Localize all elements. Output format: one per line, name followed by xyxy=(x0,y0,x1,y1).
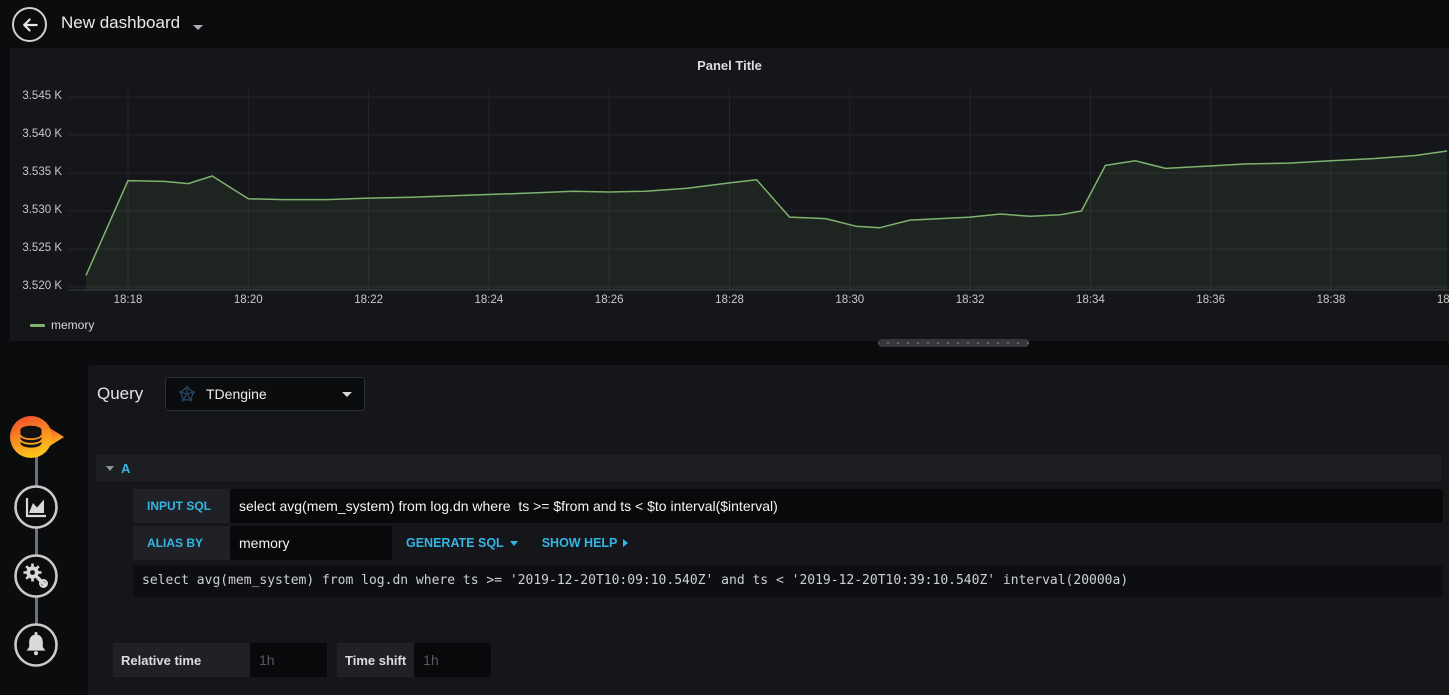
generate-sql-button[interactable]: GENERATE SQL xyxy=(406,536,518,550)
collapse-caret-icon xyxy=(106,465,114,471)
time-shift-input[interactable] xyxy=(414,643,492,677)
panel-resize-handle[interactable] xyxy=(878,339,1029,347)
show-help-label: SHOW HELP xyxy=(541,536,618,550)
grafana-panel-edit-page: New dashboard Panel Title 3.545 K 3.540 K… xyxy=(0,0,1449,695)
chart-legend: memory xyxy=(30,318,94,332)
relative-time-input[interactable] xyxy=(250,643,327,677)
input-sql-label: INPUT SQL xyxy=(133,489,230,523)
tab-queries[interactable] xyxy=(8,413,66,461)
dashboard-title[interactable]: New dashboard xyxy=(61,13,180,33)
tab-connector-line xyxy=(35,437,38,645)
query-ref-id: A xyxy=(121,460,131,476)
x-axis-tick: 18:28 xyxy=(715,294,744,306)
database-icon xyxy=(10,416,64,458)
generate-sql-label: GENERATE SQL xyxy=(406,536,504,550)
legend-item[interactable]: memory xyxy=(30,318,94,332)
x-axis-tick: 18:18 xyxy=(113,294,143,306)
y-axis-tick: 3.520 K xyxy=(22,280,62,292)
x-axis-tick: 18:24 xyxy=(474,294,504,306)
chevron-right-icon xyxy=(623,539,629,547)
arrow-left-icon xyxy=(22,18,38,31)
show-help-button[interactable]: SHOW HELP xyxy=(542,536,629,550)
chevron-down-icon[interactable] xyxy=(193,25,203,30)
y-axis-tick: 3.535 K xyxy=(22,166,62,178)
alias-by-field[interactable] xyxy=(230,526,392,560)
x-axis-tick: 18:34 xyxy=(1076,294,1105,306)
legend-swatch-icon xyxy=(30,323,45,327)
tdengine-logo-icon xyxy=(179,385,195,402)
generated-sql-preview: select avg(mem_system) from log.dn where… xyxy=(133,565,1443,597)
x-axis-tick: 18:20 xyxy=(233,294,263,306)
top-navigation-bar: New dashboard xyxy=(0,0,1449,48)
legend-label: memory xyxy=(51,318,95,332)
x-axis-tick: 18:30 xyxy=(835,294,865,306)
y-axis-tick: 3.540 K xyxy=(22,128,62,140)
relative-time-label: Relative time xyxy=(113,643,250,677)
y-axis-tick: 3.545 K xyxy=(22,90,62,102)
query-options-row: Relative time Time shift xyxy=(113,643,492,677)
y-axis-tick: 3.525 K xyxy=(22,242,62,254)
x-axis-tick: 18:22 xyxy=(354,294,383,306)
alias-by-label: ALIAS BY xyxy=(133,526,230,560)
x-axis-tick: 18:40 xyxy=(1436,294,1449,306)
time-shift-label: Time shift xyxy=(337,643,415,677)
query-editor-section: Query TDengine A INPUT SQL select avg(me… xyxy=(88,365,1449,695)
input-sql-row: INPUT SQL xyxy=(133,489,1443,523)
x-axis-tick: 18:26 xyxy=(594,294,624,306)
alias-by-row: ALIAS BY GENERATE SQL SHOW HELP xyxy=(133,526,629,560)
x-axis-tick: 18:32 xyxy=(955,294,985,306)
back-button[interactable] xyxy=(12,7,47,42)
time-series-chart[interactable]: 3.545 K 3.540 K 3.535 K 3.530 K 3.525 K 3.520… xyxy=(10,48,1449,341)
y-axis-tick: 3.530 K xyxy=(22,204,62,216)
chevron-down-icon xyxy=(509,540,518,546)
datasource-picker[interactable]: TDengine xyxy=(165,377,365,411)
tab-alert[interactable] xyxy=(13,622,59,668)
chevron-down-icon xyxy=(342,391,352,397)
tab-visualization[interactable] xyxy=(13,484,59,530)
x-axis-tick: 18:38 xyxy=(1316,294,1346,306)
query-row-header[interactable]: A xyxy=(96,455,1441,481)
tab-general[interactable] xyxy=(13,553,59,599)
graph-panel: Panel Title 3.545 K 3.540 K 3.535 K 3.530 K… xyxy=(10,48,1449,341)
query-section-title: Query xyxy=(97,384,144,403)
x-axis-tick: 18:36 xyxy=(1196,294,1226,306)
datasource-name: TDengine xyxy=(206,386,267,402)
panel-title[interactable]: Panel Title xyxy=(10,58,1449,73)
input-sql-field[interactable] xyxy=(230,489,1443,523)
